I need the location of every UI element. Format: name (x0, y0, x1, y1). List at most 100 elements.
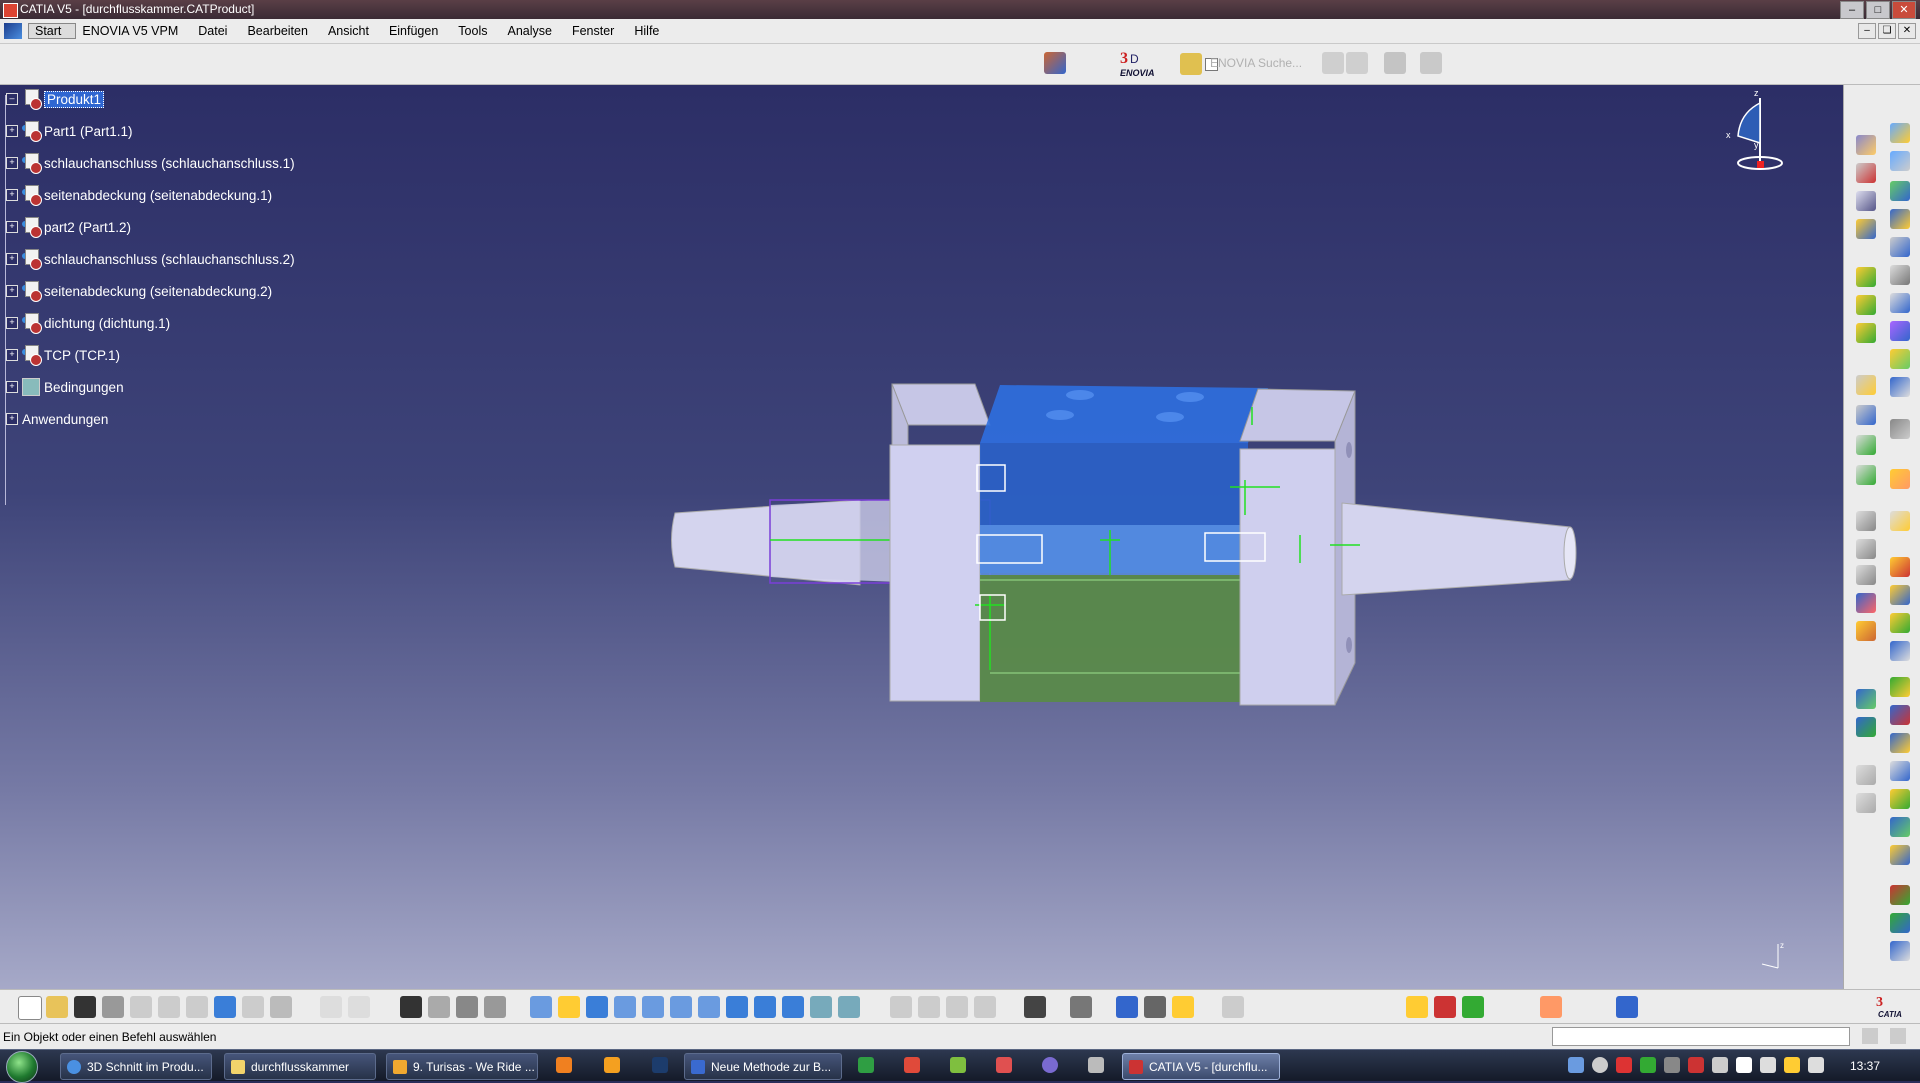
app-icon[interactable] (604, 1057, 620, 1073)
tree-item-label[interactable]: schlauchanschluss (schlauchanschluss.1) (44, 156, 295, 171)
assembly-tool-icon[interactable] (1890, 237, 1910, 257)
status-icon[interactable] (1862, 1028, 1878, 1044)
tree-expand-toggle[interactable]: + (6, 349, 18, 361)
catia-app-icon[interactable] (3, 3, 18, 18)
taskbar-item-active[interactable]: CATIA V5 - [durchflu... (1122, 1053, 1280, 1080)
assembly-tool-icon[interactable] (1856, 717, 1876, 737)
assembly-tool-icon[interactable] (1890, 613, 1910, 633)
taskbar-item[interactable]: 9. Turisas - We Ride ... (386, 1053, 538, 1080)
multi-view-icon[interactable] (726, 996, 748, 1018)
assembly-tool-icon[interactable] (1890, 789, 1910, 809)
assembly-tool-icon[interactable] (1856, 539, 1876, 559)
blue-body-part[interactable] (980, 385, 1268, 575)
assembly-tool-icon[interactable] (1856, 163, 1876, 183)
tree-item-label[interactable]: Bedingungen (44, 380, 124, 395)
tree-item[interactable]: + Anwendungen (6, 403, 295, 435)
open-file-icon[interactable] (46, 996, 68, 1018)
green-body-part[interactable] (980, 575, 1248, 702)
assembly-tool-icon[interactable] (1890, 817, 1910, 837)
vlc-icon[interactable] (556, 1057, 572, 1073)
assembly-tool-icon[interactable] (1890, 151, 1910, 171)
assembly-tool-icon[interactable] (1856, 295, 1876, 315)
tree-root-row[interactable]: – Produkt1 (6, 83, 295, 115)
menu-hilfe[interactable]: Hilfe (628, 24, 673, 38)
taskbar-clock[interactable]: 13:37 (1850, 1059, 1880, 1073)
assembly-tool-icon[interactable] (1856, 793, 1876, 813)
assembly-tool-icon[interactable] (1856, 219, 1876, 239)
tree-item[interactable]: + Bedingungen (6, 371, 295, 403)
enovia-save-icon[interactable] (1346, 52, 1368, 74)
assembly-tool-icon[interactable] (1890, 941, 1910, 961)
viber-icon[interactable] (1042, 1057, 1058, 1073)
iso-view-icon[interactable] (754, 996, 776, 1018)
assembly-tool-icon[interactable] (1890, 209, 1910, 229)
volume-icon[interactable] (1808, 1057, 1824, 1073)
tree-expand-toggle[interactable]: + (6, 317, 18, 329)
assembly-tool-icon[interactable] (1890, 557, 1910, 577)
menu-einfuegen[interactable]: Einfügen (383, 24, 452, 38)
taskbar-item[interactable]: 3D Schnitt im Produ... (60, 1053, 212, 1080)
catia-menu-logo-icon[interactable] (4, 23, 22, 39)
catalog-icon[interactable] (456, 996, 478, 1018)
undo-icon[interactable] (214, 996, 236, 1018)
grid-icon[interactable] (400, 996, 422, 1018)
tray-icon[interactable] (1592, 1057, 1608, 1073)
pan-icon[interactable] (586, 996, 608, 1018)
assembly-tool-icon[interactable] (1890, 845, 1910, 865)
tray-icon[interactable] (1760, 1057, 1776, 1073)
tree-item-label[interactable]: seitenabdeckung (seitenabdeckung.1) (44, 188, 272, 203)
assembly-tool-icon[interactable] (1890, 181, 1910, 201)
fly-mode-icon[interactable] (530, 996, 552, 1018)
antivirus-icon[interactable] (1616, 1057, 1632, 1073)
enovia-search-icon[interactable] (1180, 53, 1202, 75)
menu-analyse[interactable]: Analyse (501, 24, 565, 38)
tree-item[interactable]: + seitenabdeckung (seitenabdeckung.2) (6, 275, 295, 307)
assembly-tool-icon[interactable] (1890, 677, 1910, 697)
assembly-tool-icon[interactable] (1890, 885, 1910, 905)
app-icon[interactable] (950, 1057, 966, 1073)
tree-item[interactable]: + schlauchanschluss (schlauchanschluss.2… (6, 243, 295, 275)
tray-icon[interactable] (1736, 1057, 1752, 1073)
enovia-logo-icon[interactable]: 3 D ENOVIA (1118, 49, 1166, 79)
tree-item[interactable]: + seitenabdeckung (seitenabdeckung.1) (6, 179, 295, 211)
tree-expand-toggle[interactable]: + (6, 285, 18, 297)
doc-close-button[interactable]: ✕ (1898, 23, 1916, 39)
tree-item-label[interactable]: part2 (Part1.2) (44, 220, 131, 235)
tree-icon[interactable] (428, 996, 450, 1018)
tree-item[interactable]: + TCP (TCP.1) (6, 339, 295, 371)
right-hose-connector[interactable] (1330, 502, 1577, 596)
assembly-tool-icon[interactable] (1890, 419, 1910, 439)
formula-icon[interactable] (320, 996, 342, 1018)
menu-ansicht[interactable]: Ansicht (322, 24, 383, 38)
tree-item[interactable]: + part2 (Part1.2) (6, 211, 295, 243)
contact-constraint-icon[interactable] (1462, 996, 1484, 1018)
assembly-tool-icon[interactable] (1856, 375, 1876, 395)
cut-icon[interactable] (130, 996, 152, 1018)
assembly-tool-icon[interactable] (1856, 511, 1876, 531)
tree-expand-toggle[interactable]: + (6, 253, 18, 265)
assembly-tool-icon[interactable] (1856, 689, 1876, 709)
save-icon[interactable] (74, 996, 96, 1018)
assembly-tool-icon[interactable] (1856, 435, 1876, 455)
camera-icon[interactable] (1024, 996, 1046, 1018)
tray-icon[interactable] (1712, 1057, 1728, 1073)
assembly-tool-icon[interactable] (1890, 265, 1910, 285)
assembly-tool-icon[interactable] (1890, 733, 1910, 753)
explode-icon[interactable] (918, 996, 940, 1018)
copy-icon[interactable] (158, 996, 180, 1018)
assembly-constraint-icon[interactable] (1406, 996, 1428, 1018)
assembly-tool-icon[interactable] (1856, 765, 1876, 785)
menu-tools[interactable]: Tools (452, 24, 501, 38)
assembly-tool-icon[interactable] (1890, 293, 1910, 313)
tree-expand-toggle[interactable]: + (6, 413, 18, 425)
enovia-open-icon[interactable] (1322, 52, 1344, 74)
help-icon[interactable] (270, 996, 292, 1018)
plane-icon[interactable] (1616, 996, 1638, 1018)
taskbar-item[interactable]: durchflusskammer (224, 1053, 376, 1080)
inertia-icon[interactable] (1172, 996, 1194, 1018)
tray-icon[interactable] (1664, 1057, 1680, 1073)
left-side-cover[interactable] (889, 383, 991, 702)
fit-all-icon[interactable] (558, 996, 580, 1018)
assembly-tool-icon[interactable] (1890, 585, 1910, 605)
start-orb-icon[interactable] (6, 1051, 38, 1083)
